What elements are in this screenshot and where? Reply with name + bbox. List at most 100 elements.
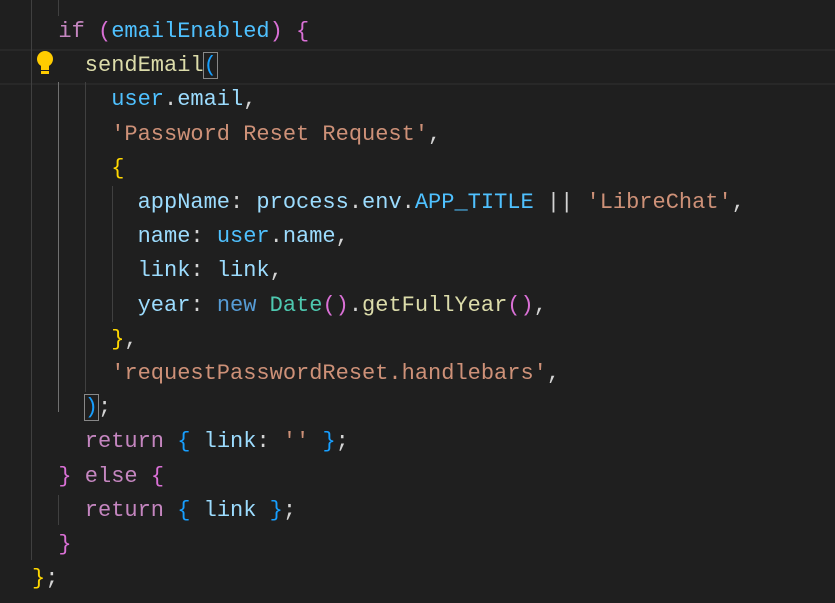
code-token: link [203, 429, 257, 455]
code-line[interactable]: link: link, [138, 254, 283, 288]
code-token: link [216, 258, 270, 284]
code-token: '' [282, 429, 310, 455]
code-token: , [731, 190, 745, 215]
code-token: if [58, 19, 85, 44]
code-line[interactable]: return { link }; [85, 494, 296, 528]
code-token: year [137, 292, 191, 318]
code-token: , [335, 224, 349, 250]
code-token: } [58, 463, 72, 489]
code-token: . [348, 292, 363, 318]
code-token: user [111, 87, 164, 113]
code-line[interactable]: ); [83, 391, 112, 425]
code-token: emailEnabled [111, 19, 270, 44]
code-token: . [164, 87, 178, 113]
code-token: : [230, 190, 257, 215]
code-token: , [124, 326, 138, 352]
code-token: process [256, 190, 349, 215]
code-token: , [428, 121, 442, 147]
code-token: () [507, 292, 534, 318]
code-token: { [150, 463, 165, 489]
indent-guide [85, 82, 86, 392]
code-token: { [296, 19, 310, 44]
code-token: () [322, 292, 349, 318]
code-line[interactable]: return { link: '' }; [85, 425, 349, 459]
code-line[interactable]: name: user.name, [138, 220, 349, 254]
indent-guide [31, 0, 32, 560]
code-token: } [58, 532, 72, 557]
indent-guide [112, 186, 113, 322]
lightbulb-icon[interactable] [36, 50, 54, 76]
code-token: sendEmail [84, 53, 204, 79]
code-token: , [243, 87, 257, 113]
code-token: 'requestPasswordReset.handlebars' [111, 361, 547, 386]
code-token: : [190, 224, 217, 250]
code-token: ) [269, 19, 283, 44]
code-line[interactable]: }; [32, 562, 58, 596]
code-token: link [137, 258, 191, 284]
code-token: ; [335, 429, 349, 455]
code-token: env [362, 190, 402, 215]
code-line[interactable]: } else { [58, 460, 164, 494]
code-token: 'Password Reset Request' [111, 121, 429, 147]
code-token: : [190, 292, 217, 318]
indent-guide-active [58, 82, 59, 412]
code-token: return [84, 497, 165, 523]
code-line[interactable]: 'requestPasswordReset.handlebars', [111, 357, 560, 391]
code-token: } [32, 566, 46, 592]
code-token: : [256, 429, 283, 455]
code-line[interactable]: year: new Date().getFullYear(), [138, 289, 547, 323]
code-token: name [137, 224, 191, 250]
code-token: } [269, 497, 283, 523]
code-line[interactable]: user.email, [111, 83, 256, 117]
code-token: . [269, 224, 283, 250]
code-token: , [533, 292, 547, 318]
code-token: { [111, 155, 125, 181]
code-token: name [282, 224, 336, 250]
code-token: 'LibreChat' [586, 190, 732, 215]
code-token: || [533, 190, 587, 215]
code-token: ( [98, 19, 112, 44]
code-line[interactable]: appName: process.env.APP_TITLE || 'Libre… [138, 186, 745, 220]
code-line[interactable]: sendEmail( [84, 49, 218, 83]
code-token: link [203, 497, 257, 523]
code-token: , [546, 361, 561, 386]
code-token: ) [83, 394, 100, 422]
code-token: ( [202, 52, 218, 80]
indent-guide [58, 495, 59, 525]
code-line[interactable]: } [58, 528, 71, 562]
code-line[interactable]: }, [111, 323, 137, 357]
code-token: } [111, 326, 125, 352]
code-token: ; [282, 497, 297, 523]
indent-guide [58, 0, 59, 16]
code-line[interactable]: { [111, 152, 124, 186]
code-line[interactable]: 'Password Reset Request', [111, 118, 441, 152]
code-token: return [84, 429, 165, 455]
code-token: } [322, 429, 336, 455]
code-token: . [348, 190, 363, 215]
code-token: . [401, 190, 415, 215]
code-token: appName [137, 190, 231, 215]
code-token: APP_TITLE [414, 190, 534, 215]
code-token: Date [269, 292, 323, 318]
code-token: , [269, 258, 283, 284]
code-editor[interactable]: if (emailEnabled) {sendEmail(user.email,… [0, 0, 835, 603]
code-token: new [216, 292, 257, 318]
code-token: ; [98, 395, 112, 421]
code-token: { [177, 429, 191, 455]
code-token: else [84, 463, 138, 489]
code-line[interactable]: if (emailEnabled) { [58, 15, 309, 49]
code-token: ; [45, 566, 59, 592]
code-token: { [177, 497, 191, 523]
code-token: email [177, 87, 244, 113]
